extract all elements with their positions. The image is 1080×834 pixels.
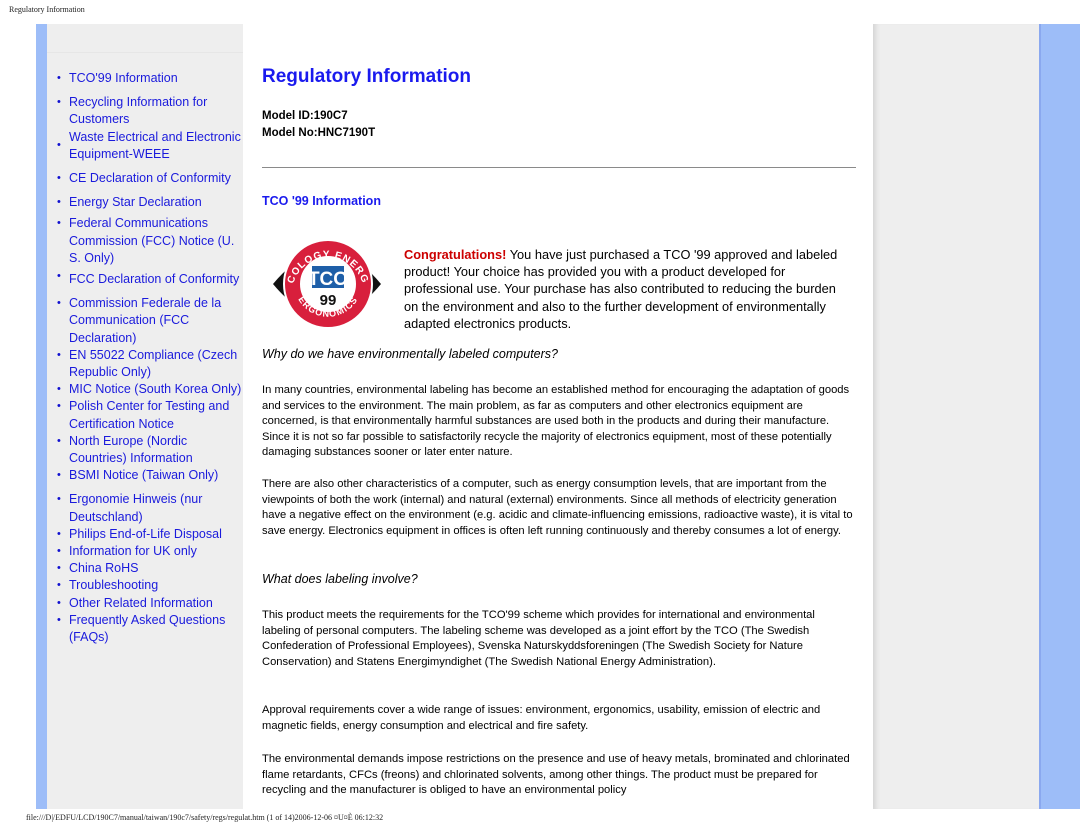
sidebar-link[interactable]: Troubleshooting [69,578,158,592]
horizontal-rule [262,167,856,168]
sidebar-link[interactable]: Philips End-of-Life Disposal [69,527,222,541]
print-header: Regulatory Information [9,5,85,14]
logo-year-text: 99 [320,292,337,309]
sidebar-link[interactable]: Other Related Information [69,596,213,610]
sidebar-item-ce-declaration[interactable]: CE Declaration of Conformity [56,170,248,187]
sidebar-link[interactable]: Recycling Information for Customers [69,95,207,126]
paragraph-5: The environmental demands impose restric… [262,753,850,796]
left-accent-bar [36,24,47,809]
sidebar-item-en55022[interactable]: EN 55022 Compliance (Czech Republic Only… [56,347,248,381]
sidebar-item-ergonomie[interactable]: Ergonomie Hinweis (nur Deutschland) [56,491,248,525]
sidebar-link[interactable]: North Europe (Nordic Countries) Informat… [69,434,193,465]
sidebar-link[interactable]: Federal Communications Commission (FCC) … [69,216,234,264]
question-why-labeled: Why do we have environmentally labeled c… [262,347,558,361]
sidebar-link[interactable]: Polish Center for Testing and Certificat… [69,399,229,430]
right-accent-bar [1039,24,1080,809]
sidebar-link[interactable]: BSMI Notice (Taiwan Only) [69,468,218,482]
tco99-logo-icon: ECOLOGY ENERGY ERGONOMICS TCO 99 [271,233,381,329]
sidebar-divider [47,52,243,53]
sidebar-link[interactable]: Frequently Asked Questions (FAQs) [69,613,225,644]
sidebar-link[interactable]: China RoHS [69,561,138,575]
sidebar-link[interactable]: Energy Star Declaration [69,195,202,209]
logo-center-text: TCO [308,269,348,290]
model-info: Model ID:190C7 Model No:HNC7190T [262,108,375,141]
sidebar-item-bsmi[interactable]: BSMI Notice (Taiwan Only) [56,467,248,484]
sidebar-item-fcc-declaration[interactable]: FCC Declaration of Conformity [56,268,248,288]
sidebar-item-other-info[interactable]: Other Related Information [56,595,248,612]
sidebar-item-uk-info[interactable]: Information for UK only [56,543,248,560]
congrats-paragraph: Congratulations! You have just purchased… [404,246,844,332]
sidebar-item-china-rohs[interactable]: China RoHS [56,560,248,577]
paragraph-3: This product meets the requirements for … [262,609,815,668]
sidebar-nav: TCO'99 Information Recycling Information… [56,70,248,646]
model-no: Model No:HNC7190T [262,126,376,139]
congrats-highlight: Congratulations! [404,247,507,262]
sidebar-item-weee[interactable]: Waste Electrical and Electronic Equipmen… [56,129,248,163]
right-panel [873,24,1040,809]
sidebar-link[interactable]: EN 55022 Compliance (Czech Republic Only… [69,348,237,379]
sidebar-item-north-europe[interactable]: North Europe (Nordic Countries) Informat… [56,433,248,467]
sidebar-item-commission-federale[interactable]: Commission Federale de la Communication … [56,295,248,347]
sidebar-link[interactable]: Information for UK only [69,544,197,558]
sidebar-item-recycling[interactable]: Recycling Information for Customers [56,94,248,128]
sidebar-link[interactable]: FCC Declaration of Conformity [69,272,239,286]
sidebar-item-troubleshooting[interactable]: Troubleshooting [56,577,248,594]
sidebar-item-tco99[interactable]: TCO'99 Information [56,70,248,87]
sidebar-item-end-of-life[interactable]: Philips End-of-Life Disposal [56,526,248,543]
sidebar-link[interactable]: Ergonomie Hinweis (nur Deutschland) [69,492,202,523]
sidebar-link[interactable]: CE Declaration of Conformity [69,171,231,185]
sidebar-link[interactable]: TCO'99 Information [69,71,178,85]
sidebar-item-fcc-notice[interactable]: Federal Communications Commission (FCC) … [56,215,248,267]
page-title: Regulatory Information [262,66,472,87]
paragraph-4: Approval requirements cover a wide range… [262,704,821,732]
question-labeling-involve: What does labeling involve? [262,572,418,586]
section-title-tco99: TCO '99 Information [262,194,381,208]
paragraph-2: There are also other characteristics of … [262,478,853,537]
paragraph-1: In many countries, environmental labelin… [262,384,850,458]
sidebar-link[interactable]: Waste Electrical and Electronic Equipmen… [69,130,241,161]
sidebar-link[interactable]: MIC Notice (South Korea Only) [69,382,241,396]
sidebar-item-polish-center[interactable]: Polish Center for Testing and Certificat… [56,398,248,432]
sidebar-item-energy-star[interactable]: Energy Star Declaration [56,194,248,211]
sidebar-item-faqs[interactable]: Frequently Asked Questions (FAQs) [56,612,248,646]
sidebar-link[interactable]: Commission Federale de la Communication … [69,296,221,344]
model-id: Model ID:190C7 [262,110,348,122]
sidebar-item-mic-notice[interactable]: MIC Notice (South Korea Only) [56,381,248,398]
print-footer: file:///D|/EDFU/LCD/190C7/manual/taiwan/… [26,813,384,822]
